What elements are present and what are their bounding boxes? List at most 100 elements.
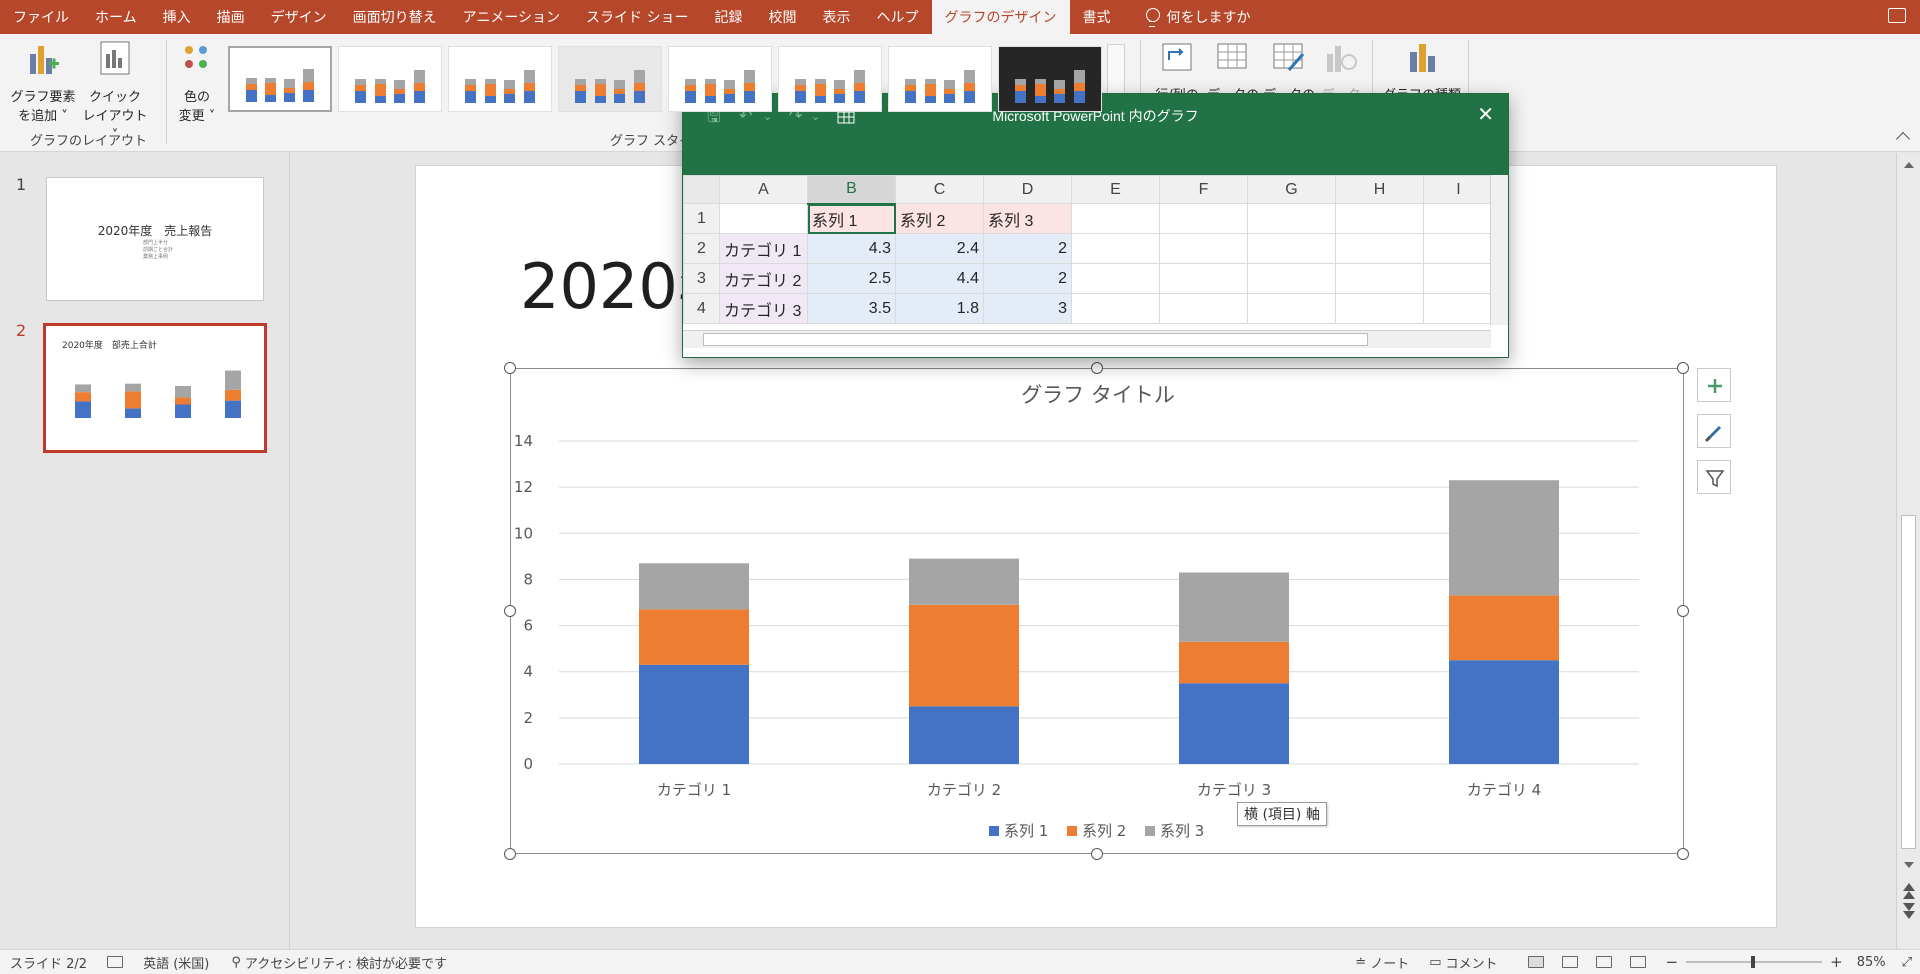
cell[interactable]: 1.8 (895, 293, 984, 324)
zoom-level[interactable]: 85% (1857, 955, 1886, 970)
resize-handle[interactable] (1677, 848, 1689, 860)
resize-handle[interactable] (1091, 848, 1103, 860)
resize-handle[interactable] (504, 605, 516, 617)
zoom-slider[interactable] (1684, 955, 1824, 969)
cell[interactable] (1335, 293, 1424, 324)
close-icon[interactable]: ✕ (1477, 104, 1494, 124)
cell[interactable] (1247, 293, 1336, 324)
slide-thumbnail-1[interactable]: 2020年度 売上報告 部門上半分 前期ごと合計 業務上事例 (46, 177, 264, 301)
column-header-b[interactable]: B (807, 175, 896, 205)
tab-design[interactable]: デザイン (258, 0, 340, 34)
row-header[interactable]: 2 (683, 233, 720, 264)
cell[interactable] (1071, 233, 1160, 264)
cell[interactable]: 系列 3 (983, 203, 1072, 234)
tab-format[interactable]: 書式 (1070, 0, 1124, 34)
resize-handle[interactable] (504, 362, 516, 374)
cell[interactable] (1423, 293, 1494, 324)
column-header-a[interactable]: A (719, 175, 808, 204)
column-header-h[interactable]: H (1335, 175, 1424, 204)
tab-draw[interactable]: 描画 (204, 0, 258, 34)
cell[interactable] (1247, 203, 1336, 234)
cell[interactable]: 3.5 (807, 293, 896, 324)
tab-record[interactable]: 記録 (702, 0, 756, 34)
cell[interactable] (1423, 233, 1494, 264)
vertical-scrollbar[interactable] (1896, 153, 1920, 949)
fit-to-window-icon[interactable]: ⤢ (1902, 955, 1912, 970)
cell[interactable] (1335, 233, 1424, 264)
scroll-thumb[interactable] (1901, 515, 1916, 849)
column-header-c[interactable]: C (895, 175, 984, 204)
spreadsheet-grid[interactable]: A B C D E F G H I 1 系列 1 系列 2 系列 3 2 カテゴ… (683, 175, 1494, 324)
cell[interactable]: 2.5 (807, 263, 896, 294)
comments-icon[interactable] (1888, 8, 1906, 23)
chart-data-window[interactable]: 🖫 ↶ ⌄ ↷ ⌄ Microsoft PowerPoint 内のグラフ ✕ A… (682, 93, 1509, 358)
scroll-thumb[interactable] (703, 333, 1368, 346)
sheet-vertical-scrollbar[interactable] (1490, 175, 1508, 325)
cell[interactable] (1071, 263, 1160, 294)
chart-style-option[interactable] (888, 46, 992, 112)
chart-style-option[interactable] (668, 46, 772, 112)
chart-object[interactable]: グラフ タイトル 0 2 4 6 8 10 12 14 カテゴリ 1 カテゴリ 2 カテゴリ 3 カテゴ… (510, 368, 1684, 854)
zoom-out-icon[interactable]: − (1666, 953, 1679, 971)
tab-slideshow[interactable]: スライド ショー (573, 0, 701, 34)
cell[interactable] (719, 203, 808, 234)
scroll-down-icon[interactable] (1897, 855, 1920, 875)
column-header-g[interactable]: G (1247, 175, 1336, 204)
zoom-in-icon[interactable]: + (1830, 953, 1843, 971)
chart-style-option[interactable] (778, 46, 882, 112)
tab-file[interactable]: ファイル (0, 0, 82, 34)
tab-insert[interactable]: 挿入 (150, 0, 204, 34)
cell[interactable] (1159, 233, 1248, 264)
chart-filters-button[interactable] (1697, 460, 1731, 494)
tab-view[interactable]: 表示 (810, 0, 864, 34)
tab-animations[interactable]: アニメーション (450, 0, 573, 34)
resize-handle[interactable] (504, 848, 516, 860)
cell[interactable] (1335, 203, 1424, 234)
row-header[interactable]: 1 (683, 203, 720, 234)
chart-style-option[interactable] (558, 46, 662, 112)
cell[interactable]: 2 (983, 233, 1072, 264)
cell[interactable]: 2.4 (895, 233, 984, 264)
reading-view-icon[interactable] (1595, 956, 1612, 968)
slide-thumbnail-2[interactable]: 2020年度 部売上合計 (43, 323, 267, 453)
comments-button[interactable]: コメント (1446, 953, 1498, 972)
sheet-horizontal-scrollbar[interactable] (683, 330, 1491, 348)
column-header-e[interactable]: E (1071, 175, 1160, 204)
resize-handle[interactable] (1677, 605, 1689, 617)
notes-button[interactable]: ノート (1370, 953, 1409, 972)
cell[interactable]: カテゴリ 1 (719, 233, 808, 264)
cell[interactable]: カテゴリ 2 (719, 263, 808, 294)
normal-view-icon[interactable] (1527, 956, 1544, 968)
tab-transitions[interactable]: 画面切り替え (340, 0, 450, 34)
tab-chart-design[interactable]: グラフのデザイン (931, 0, 1070, 34)
chart-style-option[interactable] (338, 46, 442, 112)
chart-style-option[interactable] (448, 46, 552, 112)
select-all-corner[interactable] (683, 175, 720, 204)
chart-style-option[interactable] (998, 46, 1102, 112)
column-header-i[interactable]: I (1423, 175, 1494, 204)
cell[interactable] (1159, 293, 1248, 324)
resize-handle[interactable] (1677, 362, 1689, 374)
cell[interactable] (1423, 203, 1494, 234)
cell[interactable] (1159, 203, 1248, 234)
cell[interactable] (1071, 293, 1160, 324)
collapse-ribbon-icon[interactable] (1895, 131, 1911, 147)
column-header-f[interactable]: F (1159, 175, 1248, 204)
prev-next-slide-icon[interactable] (1897, 879, 1920, 919)
cell[interactable] (1423, 263, 1494, 294)
accessibility-status[interactable]: アクセシビリティ: 検討が必要です (245, 953, 447, 972)
scroll-up-icon[interactable] (1897, 155, 1920, 175)
chart-styles-button[interactable] (1697, 414, 1731, 448)
cell[interactable] (1335, 263, 1424, 294)
chart-style-option[interactable] (228, 46, 332, 112)
row-header[interactable]: 3 (683, 263, 720, 294)
tell-me-search[interactable]: 何をしますか (1132, 0, 1264, 34)
tab-review[interactable]: 校閲 (756, 0, 810, 34)
chart-elements-button[interactable] (1697, 368, 1731, 402)
slideshow-icon[interactable] (1629, 956, 1646, 968)
cell[interactable]: 2 (983, 263, 1072, 294)
change-colors-button[interactable]: 色の 変更 ˅ (172, 42, 222, 126)
cell[interactable] (1247, 263, 1336, 294)
resize-handle[interactable] (1091, 362, 1103, 374)
add-chart-element-button[interactable]: グラフ要素 を追加 ˅ (6, 40, 80, 126)
